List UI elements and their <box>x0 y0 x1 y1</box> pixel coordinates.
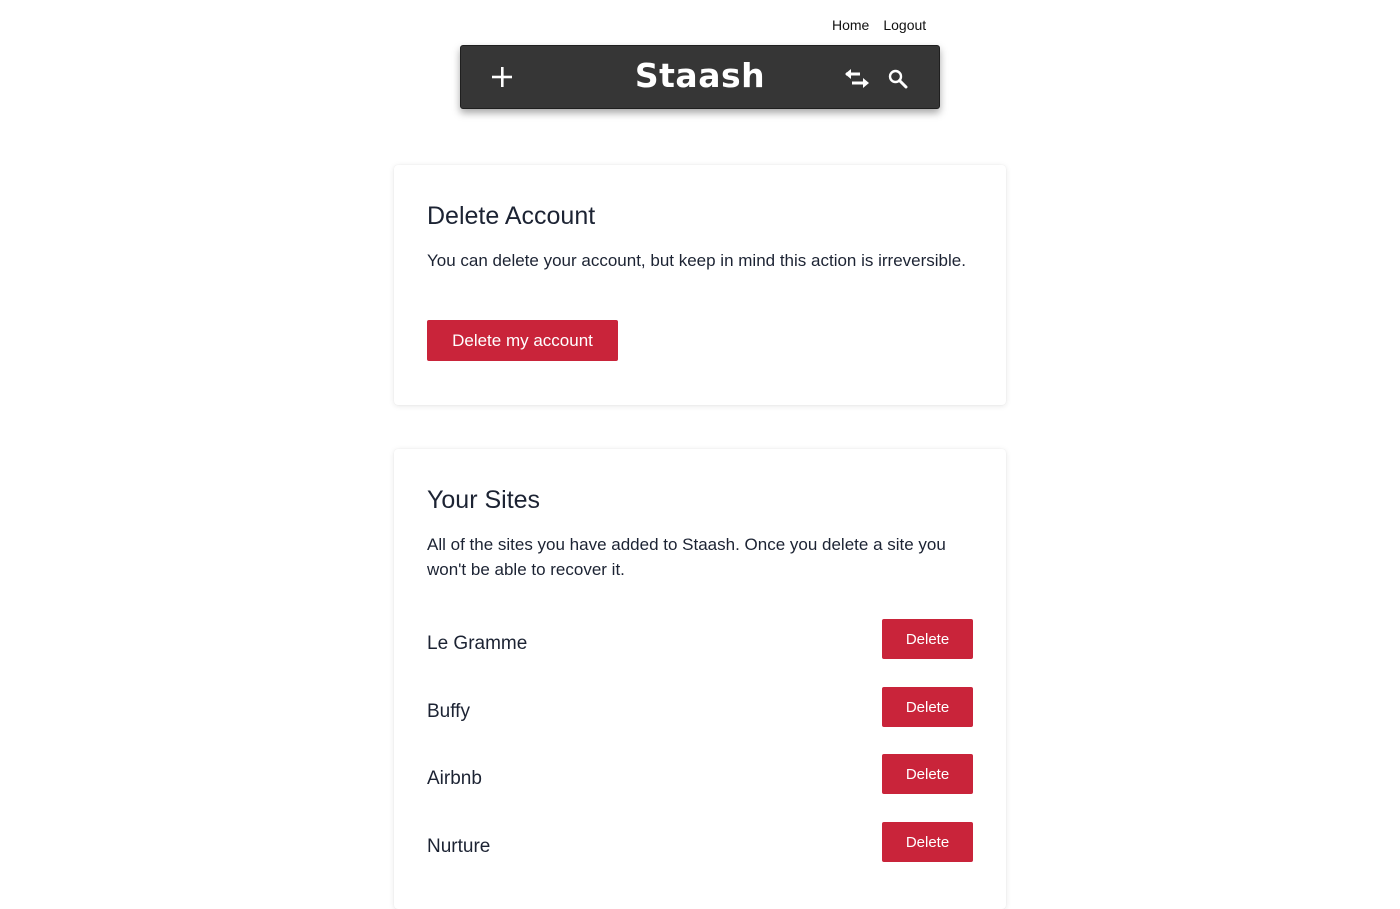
site-name: Le Gramme <box>427 633 528 654</box>
search-button[interactable] <box>883 64 913 94</box>
delete-site-button[interactable]: Delete <box>882 754 973 794</box>
add-button[interactable] <box>487 60 517 94</box>
delete-account-heading: Delete Account <box>427 202 596 230</box>
search-icon <box>888 69 908 89</box>
delete-account-card: Delete Account You can delete your accou… <box>394 165 1006 405</box>
delete-site-button[interactable]: Delete <box>882 687 973 727</box>
delete-account-description: You can delete your account, but keep in… <box>427 251 966 270</box>
site-name: Nurture <box>427 836 491 857</box>
delete-account-button[interactable]: Delete my account <box>427 320 618 361</box>
your-sites-description: All of the sites you have added to Staas… <box>427 535 946 579</box>
delete-site-button[interactable]: Delete <box>882 822 973 862</box>
plus-icon <box>492 67 512 87</box>
swap-button[interactable] <box>842 64 872 94</box>
site-row: Airbnb Delete <box>427 754 973 796</box>
app-toolbar: Staash <box>460 45 940 109</box>
site-row: Buffy Delete <box>427 687 973 729</box>
top-nav: Home Logout <box>830 17 928 33</box>
site-row: Nurture Delete <box>427 822 973 864</box>
site-row: Le Gramme Delete <box>427 619 973 661</box>
your-sites-card: Your Sites All of the sites you have add… <box>394 449 1006 909</box>
delete-site-button[interactable]: Delete <box>882 619 973 659</box>
logout-link[interactable]: Logout <box>881 17 928 33</box>
your-sites-heading: Your Sites <box>427 486 541 514</box>
swap-arrows-icon <box>845 69 869 88</box>
site-name: Buffy <box>427 701 470 722</box>
site-name: Airbnb <box>427 768 482 789</box>
home-link[interactable]: Home <box>830 17 871 33</box>
